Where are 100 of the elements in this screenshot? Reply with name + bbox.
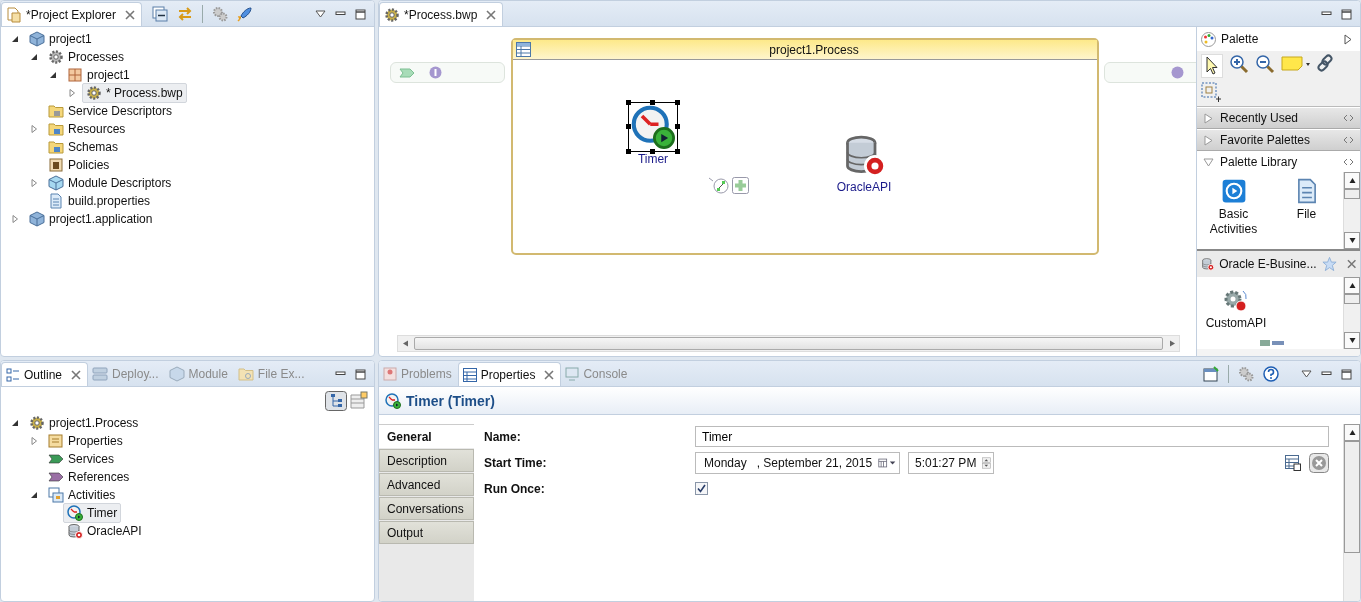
pin-editor-icon[interactable] [1203, 366, 1219, 382]
clock-icon [67, 505, 83, 521]
horizontal-scrollbar[interactable] [397, 335, 1180, 352]
expand-arrow-icon[interactable] [30, 437, 38, 445]
clock-icon [631, 105, 675, 149]
date-picker[interactable]: Monday , September 21, 2015 [695, 451, 900, 474]
activity-node[interactable] [628, 102, 678, 152]
help-icon[interactable] [1263, 366, 1279, 382]
tree-item[interactable]: Processes [44, 47, 129, 67]
palette-item[interactable]: Basic Activities [1197, 178, 1270, 237]
gears-icon[interactable] [212, 6, 229, 22]
maximize-icon[interactable] [355, 8, 366, 20]
tree-item[interactable]: Resources [44, 119, 130, 139]
expand-arrow-icon[interactable] [11, 215, 19, 223]
collapse-arrow-icon[interactable] [11, 35, 19, 43]
clear-icon[interactable] [1309, 452, 1329, 473]
scroll-thumb[interactable] [414, 337, 1163, 350]
scroll-thumb[interactable] [1344, 294, 1360, 304]
collapse-arrow-icon[interactable] [11, 419, 19, 427]
tree-item[interactable]: References [44, 467, 134, 487]
view-menu-icon[interactable] [1301, 370, 1312, 378]
tree-item[interactable]: build.properties [44, 191, 155, 211]
table-view-icon[interactable] [350, 391, 368, 409]
time-spinner[interactable]: 5:01:27 PM [908, 451, 994, 474]
checkbox[interactable] [695, 482, 708, 495]
editor-tab[interactable]: *Process.bwp [379, 2, 504, 26]
tree-item[interactable]: * Process.bwp [82, 83, 187, 103]
tree-item[interactable]: Service Descriptors [44, 101, 177, 121]
palette-item[interactable]: File [1270, 178, 1343, 222]
tree-item[interactable]: Services [44, 449, 118, 469]
scroll-arrow-icon[interactable] [1348, 337, 1356, 344]
star-icon[interactable] [1321, 256, 1337, 272]
view-tab[interactable]: Properties [457, 362, 562, 386]
vertical-scrollbar[interactable] [1343, 277, 1360, 349]
maximize-icon[interactable] [1341, 368, 1352, 380]
scroll-arrow-icon[interactable] [1348, 237, 1356, 244]
palette-drawer[interactable]: Palette Library [1197, 151, 1360, 172]
palette-title: Palette [1221, 32, 1260, 46]
name-field[interactable]: Timer [695, 426, 1329, 447]
chevron-icon [399, 67, 415, 78]
vertical-scrollbar[interactable] [1343, 424, 1360, 601]
close-icon[interactable] [544, 369, 555, 380]
tree-item[interactable]: project1 [25, 29, 96, 49]
close-icon[interactable] [1346, 259, 1356, 269]
expand-arrow-icon[interactable] [30, 125, 38, 133]
scroll-thumb[interactable] [1344, 441, 1360, 553]
collapse-all-icon[interactable] [152, 6, 169, 22]
tree-item[interactable]: Activities [44, 485, 120, 505]
tree-item[interactable]: OracleAPI [63, 521, 146, 541]
collapse-arrow-icon[interactable] [1344, 33, 1352, 45]
cube-icon [168, 366, 185, 382]
expand-arrow-icon[interactable] [30, 179, 38, 187]
close-icon[interactable] [486, 9, 497, 20]
section-tab[interactable]: Advanced [379, 473, 474, 496]
table-icon[interactable] [1285, 454, 1301, 471]
section-tab[interactable]: Description [379, 449, 474, 472]
tree-item[interactable]: project1.application [25, 209, 157, 229]
scroll-arrow-icon[interactable] [1348, 282, 1356, 289]
rocket-icon[interactable] [237, 6, 254, 22]
view-menu-icon[interactable] [315, 10, 326, 18]
section-tab[interactable]: General [379, 425, 474, 448]
view-tab[interactable]: Outline [1, 362, 89, 386]
maximize-icon[interactable] [1341, 8, 1352, 20]
section-tab[interactable]: Output [379, 521, 474, 544]
tree-item[interactable]: Schemas [44, 137, 123, 157]
zoom-in-icon[interactable] [1229, 54, 1249, 74]
palette-drawer[interactable]: Favorite Palettes [1197, 129, 1360, 151]
info-icon[interactable] [1171, 66, 1184, 79]
vertical-scrollbar[interactable] [1343, 172, 1360, 249]
tree-item[interactable]: project1.Process [25, 413, 143, 433]
gears-icon[interactable] [1238, 366, 1254, 382]
info-icon[interactable] [429, 66, 442, 79]
tree-item[interactable]: Properties [44, 431, 127, 451]
collapse-arrow-icon[interactable] [30, 53, 38, 61]
scroll-arrow-icon[interactable] [1348, 177, 1356, 184]
collapse-arrow-icon[interactable] [49, 71, 57, 79]
box-icon [48, 157, 64, 173]
expand-arrow-icon[interactable] [68, 89, 76, 97]
marquee-tool-icon[interactable] [1201, 82, 1221, 102]
tree-view-icon[interactable] [325, 391, 347, 411]
tree-item[interactable]: Timer [63, 503, 122, 523]
scroll-thumb[interactable] [1344, 189, 1360, 199]
view-tab[interactable]: *Project Explorer [1, 2, 143, 26]
collapse-arrow-icon[interactable] [30, 491, 38, 499]
close-icon[interactable] [71, 369, 82, 380]
palette-drawer[interactable]: Recently Used [1197, 107, 1360, 129]
add-icon[interactable] [732, 177, 749, 194]
tree-item[interactable]: Module Descriptors [44, 173, 176, 193]
zoom-out-icon[interactable] [1255, 54, 1275, 74]
pointer-tool-icon[interactable] [1201, 54, 1223, 78]
maximize-icon[interactable] [355, 368, 366, 380]
tree-item[interactable]: Policies [44, 155, 114, 175]
cube-icon [29, 31, 45, 47]
scroll-arrow-icon[interactable] [1348, 429, 1356, 436]
section-tab[interactable]: Conversations [379, 497, 474, 520]
database-icon [1201, 257, 1215, 271]
tree-item[interactable]: project1 [63, 65, 134, 85]
link-icon[interactable] [1317, 54, 1335, 72]
close-icon[interactable] [125, 9, 136, 20]
folder-icon [48, 121, 64, 137]
